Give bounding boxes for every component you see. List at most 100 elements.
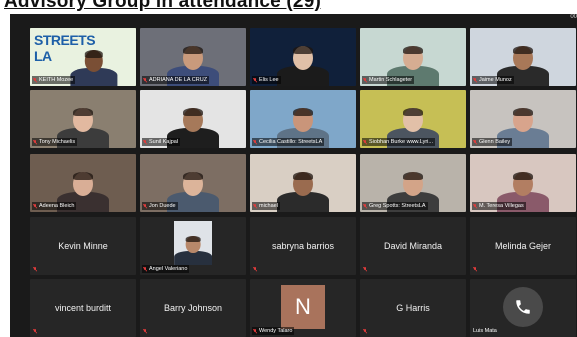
participant-tile[interactable]: Martin Schlageter xyxy=(360,28,466,86)
participant-name-label: Elis Lee xyxy=(252,76,281,84)
participant-name-label: Jon Duede xyxy=(142,202,178,210)
participant-tile[interactable]: Jon Duede xyxy=(140,154,246,212)
participant-figure xyxy=(275,160,331,212)
muted-mic-icon xyxy=(253,139,257,145)
participant-name: Sunil Kajpal xyxy=(149,139,179,145)
participant-name-label: KEITH Mozee xyxy=(32,76,76,84)
muted-mic-icon xyxy=(253,203,257,209)
participant-tile[interactable]: Kevin Minne xyxy=(30,217,136,275)
participant-name: michael xyxy=(259,203,278,209)
participant-tile[interactable]: Tony Michaelis xyxy=(30,90,136,148)
participant-name: Siobhan Burke www.Lyri... xyxy=(369,139,433,145)
participant-name-label: Siobhan Burke www.Lyri... xyxy=(362,138,435,146)
participant-display-name: Barry Johnson xyxy=(163,303,223,313)
participant-name-label: Luis Mata xyxy=(472,327,499,335)
participant-tile[interactable]: Glenn Bailey xyxy=(470,90,576,148)
participant-tile[interactable]: Melinda Gejer xyxy=(470,217,576,275)
participant-tile[interactable]: Siobhan Burke www.Lyri... xyxy=(360,90,466,148)
participant-name: Jon Duede xyxy=(149,203,176,209)
participant-tile[interactable]: Angel Valeriano xyxy=(140,217,246,275)
participant-name-label: michael xyxy=(252,202,280,210)
participant-name-label: M. Teresa Villegas xyxy=(472,202,526,210)
participant-name: Angel Valeriano xyxy=(149,266,188,272)
muted-mic-icon xyxy=(253,77,257,83)
muted-mic-icon xyxy=(473,77,477,83)
participant-name: Cecilia Castillo: StreetsLA xyxy=(259,139,323,145)
participant-name-label: Cecilia Castillo: StreetsLA xyxy=(252,138,325,146)
page-heading: Advisory Group in attendance (29) xyxy=(4,0,321,12)
participant-name-label: Greg Spotts: StreetsLA xyxy=(362,202,428,210)
zoom-gallery-window: 00 STREETS LA KEITH Mozee ADRIANA DE LA CR… xyxy=(10,14,577,337)
participant-name: Jaime Munoz xyxy=(479,77,512,83)
participant-display-name: sabryna barrios xyxy=(271,241,335,251)
muted-mic-icon xyxy=(363,203,367,209)
participant-display-name: vincent burditt xyxy=(54,303,112,313)
participant-tile[interactable]: michael xyxy=(250,154,356,212)
muted-mic-icon xyxy=(33,77,37,83)
participant-name: Elis Lee xyxy=(259,77,279,83)
participant-tile[interactable]: ADRIANA DE LA CRUZ xyxy=(140,28,246,86)
participant-tile[interactable]: vincent burditt xyxy=(30,279,136,337)
participant-name-label: Angel Valeriano xyxy=(142,265,190,273)
participant-tile[interactable]: David Miranda xyxy=(360,217,466,275)
muted-mic-icon xyxy=(363,77,367,83)
participant-figure xyxy=(68,39,118,86)
muted-mic-icon xyxy=(253,328,257,334)
participant-tile[interactable]: N Wendy Talaro xyxy=(250,279,356,337)
participant-name-label: ADRIANA DE LA CRUZ xyxy=(142,76,210,84)
participant-name: Glenn Bailey xyxy=(479,139,511,145)
page: Advisory Group in attendance (29) 00 STR… xyxy=(0,0,577,337)
participant-name-label: Jaime Munoz xyxy=(472,76,514,84)
participant-name-label: Sunil Kajpal xyxy=(142,138,181,146)
participant-name: Tony Michaelis xyxy=(39,139,76,145)
participant-name: KEITH Mozee xyxy=(39,77,74,83)
participant-tile[interactable]: Luis Mata xyxy=(470,279,576,337)
muted-mic-icon xyxy=(253,267,257,272)
muted-mic-icon xyxy=(33,139,37,145)
participant-tile[interactable]: Jaime Munoz xyxy=(470,28,576,86)
muted-mic-icon xyxy=(33,329,37,334)
muted-mic-icon xyxy=(143,77,147,83)
participant-name-label: Martin Schlageter xyxy=(362,76,415,84)
participant-figure xyxy=(174,228,212,265)
participant-tile[interactable]: sabryna barrios xyxy=(250,217,356,275)
muted-mic-icon xyxy=(33,267,37,272)
participant-name: Adeena Bleich xyxy=(39,203,75,209)
participant-name-label: Tony Michaelis xyxy=(32,138,78,146)
participant-tile[interactable]: Cecilia Castillo: StreetsLA xyxy=(250,90,356,148)
participant-name: ADRIANA DE LA CRUZ xyxy=(149,77,208,83)
muted-mic-icon xyxy=(143,139,147,145)
participant-name-label: Adeena Bleich xyxy=(32,202,77,210)
muted-mic-icon xyxy=(473,139,477,145)
participant-name: M. Teresa Villegas xyxy=(479,203,524,209)
initial-avatar: N xyxy=(281,285,325,329)
participant-tile[interactable]: Elis Lee xyxy=(250,28,356,86)
muted-mic-icon xyxy=(33,203,37,209)
muted-mic-icon xyxy=(143,203,147,209)
muted-mic-icon xyxy=(473,267,477,272)
meeting-timer: 00 xyxy=(570,14,577,20)
participant-tile[interactable]: G Harris xyxy=(360,279,466,337)
participant-tile[interactable]: STREETS LA KEITH Mozee xyxy=(30,28,136,86)
participant-display-name: David Miranda xyxy=(383,241,443,251)
participant-tile[interactable]: Sunil Kajpal xyxy=(140,90,246,148)
muted-mic-icon xyxy=(363,267,367,272)
participant-name: Martin Schlageter xyxy=(369,77,413,83)
participant-figure xyxy=(275,34,331,86)
participant-tile[interactable]: Barry Johnson xyxy=(140,279,246,337)
muted-mic-icon xyxy=(143,266,147,272)
participant-tile[interactable]: M. Teresa Villegas xyxy=(470,154,576,212)
profile-photo xyxy=(174,221,212,265)
participant-display-name: Kevin Minne xyxy=(58,241,108,251)
participant-name-label: Wendy Talaro xyxy=(252,327,295,335)
muted-mic-icon xyxy=(143,329,147,334)
participant-display-name: Melinda Gejer xyxy=(494,241,552,251)
participant-tile[interactable]: Adeena Bleich xyxy=(30,154,136,212)
muted-mic-icon xyxy=(363,139,367,145)
participant-tile[interactable]: Greg Spotts: StreetsLA xyxy=(360,154,466,212)
participant-name: Wendy Talaro xyxy=(259,328,293,334)
muted-mic-icon xyxy=(473,203,477,209)
muted-mic-icon xyxy=(363,329,367,334)
participant-name-label: Glenn Bailey xyxy=(472,138,513,146)
participant-display-name: G Harris xyxy=(396,303,430,313)
